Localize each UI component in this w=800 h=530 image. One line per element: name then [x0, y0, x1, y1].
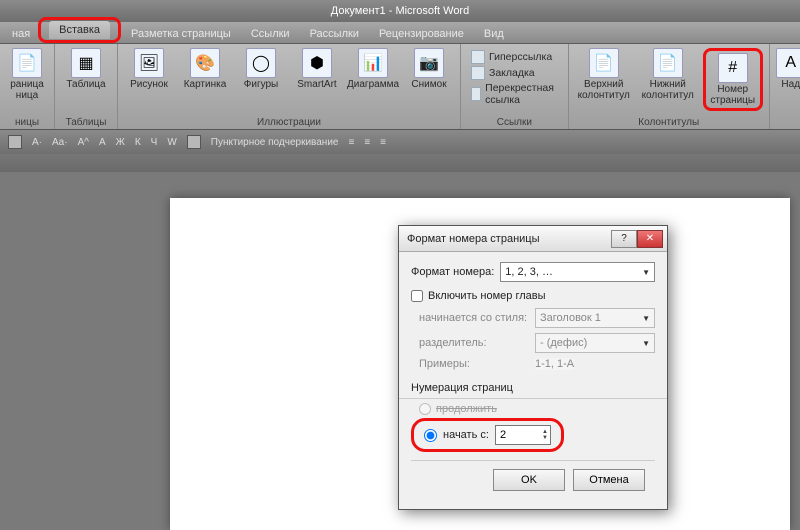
page-icon: 📄	[12, 48, 42, 78]
number-format-select[interactable]: 1, 2, 3, … ▼	[500, 262, 655, 282]
continue-label: продолжить	[436, 403, 497, 415]
include-chapter-label: Включить номер главы	[428, 290, 546, 302]
group-tables: ▦ Таблица Таблицы	[55, 44, 118, 129]
textbox-icon: A	[776, 48, 800, 78]
starts-style-select: Заголовок 1▼	[535, 308, 655, 328]
highlight-start-at: начать с: ▲▼	[411, 418, 564, 452]
separator-select: - (дефис)▼	[535, 333, 655, 353]
window-title: Документ1 - Microsoft Word	[331, 5, 469, 17]
dotted-underline-label[interactable]: Пунктирное подчеркивание	[211, 137, 339, 148]
shapes-button[interactable]: ◯Фигуры	[236, 48, 286, 91]
dialog-titlebar[interactable]: Формат номера страницы ? ✕	[399, 226, 667, 252]
ok-button[interactable]: OK	[493, 469, 565, 491]
clipart-icon: 🎨	[190, 48, 220, 78]
chevron-down-icon: ▼	[642, 314, 650, 323]
footer-button[interactable]: 📄Нижнийколонтитул	[639, 48, 697, 101]
header-button[interactable]: 📄Верхнийколонтитул	[575, 48, 633, 101]
group-pages: 📄 раницаница ницы	[0, 44, 55, 129]
chevron-down-icon: ▼	[642, 268, 650, 277]
header-icon: 📄	[589, 48, 619, 78]
number-format-label: Формат номера:	[411, 266, 494, 278]
chevron-down-icon: ▼	[642, 339, 650, 348]
pages-button-partial[interactable]: 📄 раницаница	[6, 48, 48, 101]
highlight-page-number: #Номерстраницы	[703, 48, 763, 111]
chart-icon: 📊	[358, 48, 388, 78]
separator-label: разделитель:	[419, 337, 529, 349]
chart-button[interactable]: 📊Диаграмма	[348, 48, 398, 91]
qat-icon[interactable]	[8, 135, 22, 149]
group-links: Гиперссылка Закладка Перекрестная ссылка…	[461, 44, 569, 129]
page-number-icon: #	[718, 53, 748, 83]
picture-icon: 🖼	[134, 48, 164, 78]
numbering-section-label: Нумерация страниц	[411, 376, 655, 394]
start-at-label: начать с:	[443, 429, 489, 441]
dialog-help-button[interactable]: ?	[611, 230, 637, 248]
crossref-button[interactable]: Перекрестная ссылка	[471, 82, 558, 106]
footer-icon: 📄	[653, 48, 683, 78]
page-number-button[interactable]: #Номерстраницы	[708, 53, 758, 106]
group-text-partial: AНад	[770, 44, 800, 129]
tab-home-partial[interactable]: ная	[2, 25, 40, 43]
group-label-links: Ссылки	[497, 115, 532, 128]
picture-button[interactable]: 🖼Рисунок	[124, 48, 174, 91]
start-at-input[interactable]	[500, 429, 530, 441]
tab-view[interactable]: Вид	[474, 25, 514, 43]
start-at-spinner[interactable]: ▲▼	[495, 425, 551, 445]
separator-line	[399, 398, 667, 399]
ruler[interactable]	[0, 154, 800, 172]
bookmark-icon	[471, 66, 485, 80]
group-label-pages: ницы	[15, 115, 39, 128]
bookmark-button[interactable]: Закладка	[471, 66, 558, 80]
smartart-icon: ⬢	[302, 48, 332, 78]
spin-down-icon[interactable]: ▼	[542, 435, 548, 441]
dialog-close-button[interactable]: ✕	[637, 230, 663, 248]
group-headerfooter: 📄Верхнийколонтитул 📄Нижнийколонтитул #Но…	[569, 44, 770, 129]
tab-page-layout[interactable]: Разметка страницы	[121, 25, 241, 43]
crossref-icon	[471, 87, 481, 101]
tab-insert[interactable]: Вставка	[49, 21, 110, 39]
page-number-format-dialog: Формат номера страницы ? ✕ Формат номера…	[398, 225, 668, 510]
hyperlink-icon	[471, 50, 485, 64]
tab-references[interactable]: Ссылки	[241, 25, 300, 43]
table-button[interactable]: ▦ Таблица	[61, 48, 111, 91]
textbox-button-partial[interactable]: AНад	[776, 48, 800, 91]
tab-review[interactable]: Рецензирование	[369, 25, 474, 43]
group-label-tables: Таблицы	[66, 115, 107, 128]
dotted-underline-icon[interactable]	[187, 135, 201, 149]
clipart-button[interactable]: 🎨Картинка	[180, 48, 230, 91]
smartart-button[interactable]: ⬢SmartArt	[292, 48, 342, 91]
group-label-headerfooter: Колонтитулы	[638, 115, 699, 128]
highlight-insert-tab: Вставка	[38, 17, 121, 43]
window-titlebar: Документ1 - Microsoft Word	[0, 0, 800, 22]
hyperlink-button[interactable]: Гиперссылка	[471, 50, 558, 64]
ribbon: 📄 раницаница ницы ▦ Таблица Таблицы 🖼Рис…	[0, 44, 800, 130]
ribbon-tabs: ная Вставка Разметка страницы Ссылки Рас…	[0, 22, 800, 44]
table-icon: ▦	[71, 48, 101, 78]
examples-value: 1-1, 1-A	[535, 358, 574, 370]
dialog-title: Формат номера страницы	[407, 233, 540, 245]
group-illustrations: 🖼Рисунок 🎨Картинка ◯Фигуры ⬢SmartArt 📊Ди…	[118, 44, 461, 129]
start-at-radio[interactable]	[424, 429, 437, 442]
mini-toolbar: A·Aa·A^AЖКЧW Пунктирное подчеркивание ≡≡…	[0, 130, 800, 154]
number-format-value: 1, 2, 3, …	[505, 266, 553, 278]
continue-radio[interactable]	[419, 403, 431, 415]
include-chapter-checkbox[interactable]	[411, 290, 423, 302]
screenshot-icon: 📷	[414, 48, 444, 78]
examples-label: Примеры:	[419, 358, 529, 370]
screenshot-button[interactable]: 📷Снимок	[404, 48, 454, 91]
cancel-button[interactable]: Отмена	[573, 469, 645, 491]
starts-style-label: начинается со стиля:	[419, 312, 529, 324]
group-label-illustrations: Иллюстрации	[257, 115, 321, 128]
tab-mailings[interactable]: Рассылки	[300, 25, 369, 43]
shapes-icon: ◯	[246, 48, 276, 78]
